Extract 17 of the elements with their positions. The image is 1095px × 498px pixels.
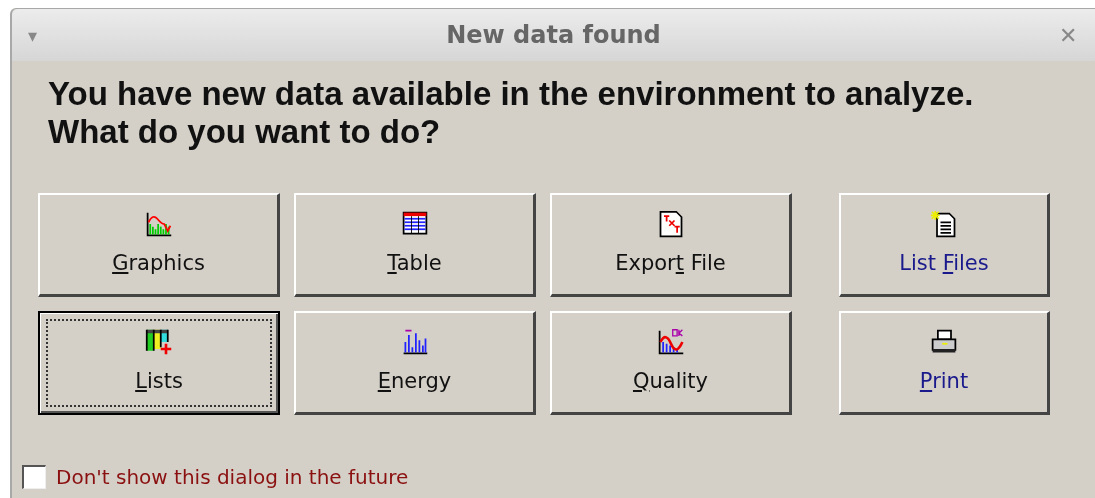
columns-add-icon — [145, 328, 173, 357]
action-button[interactable]: Quality — [550, 311, 792, 415]
action-button[interactable]: Lists — [38, 311, 280, 415]
action-button[interactable]: Energy — [294, 311, 536, 415]
new-document-icon — [930, 209, 958, 238]
action-button[interactable]: Export File — [550, 193, 792, 297]
action-button[interactable]: Table — [294, 193, 536, 297]
checkbox-label[interactable]: Don't show this dialog in the future — [56, 462, 409, 492]
message-text: You have new data available in the environment to analyze. What do you want to do? — [47, 74, 975, 151]
chart-ok-icon — [656, 327, 685, 356]
window-title: New data found — [445, 20, 662, 51]
printer-icon — [930, 327, 958, 356]
action-button[interactable]: Print — [839, 311, 1050, 415]
table-icon — [400, 209, 429, 238]
checkbox[interactable] — [22, 465, 46, 489]
action-button[interactable]: List Files — [839, 193, 1050, 297]
action-button[interactable]: Graphics — [38, 193, 280, 297]
